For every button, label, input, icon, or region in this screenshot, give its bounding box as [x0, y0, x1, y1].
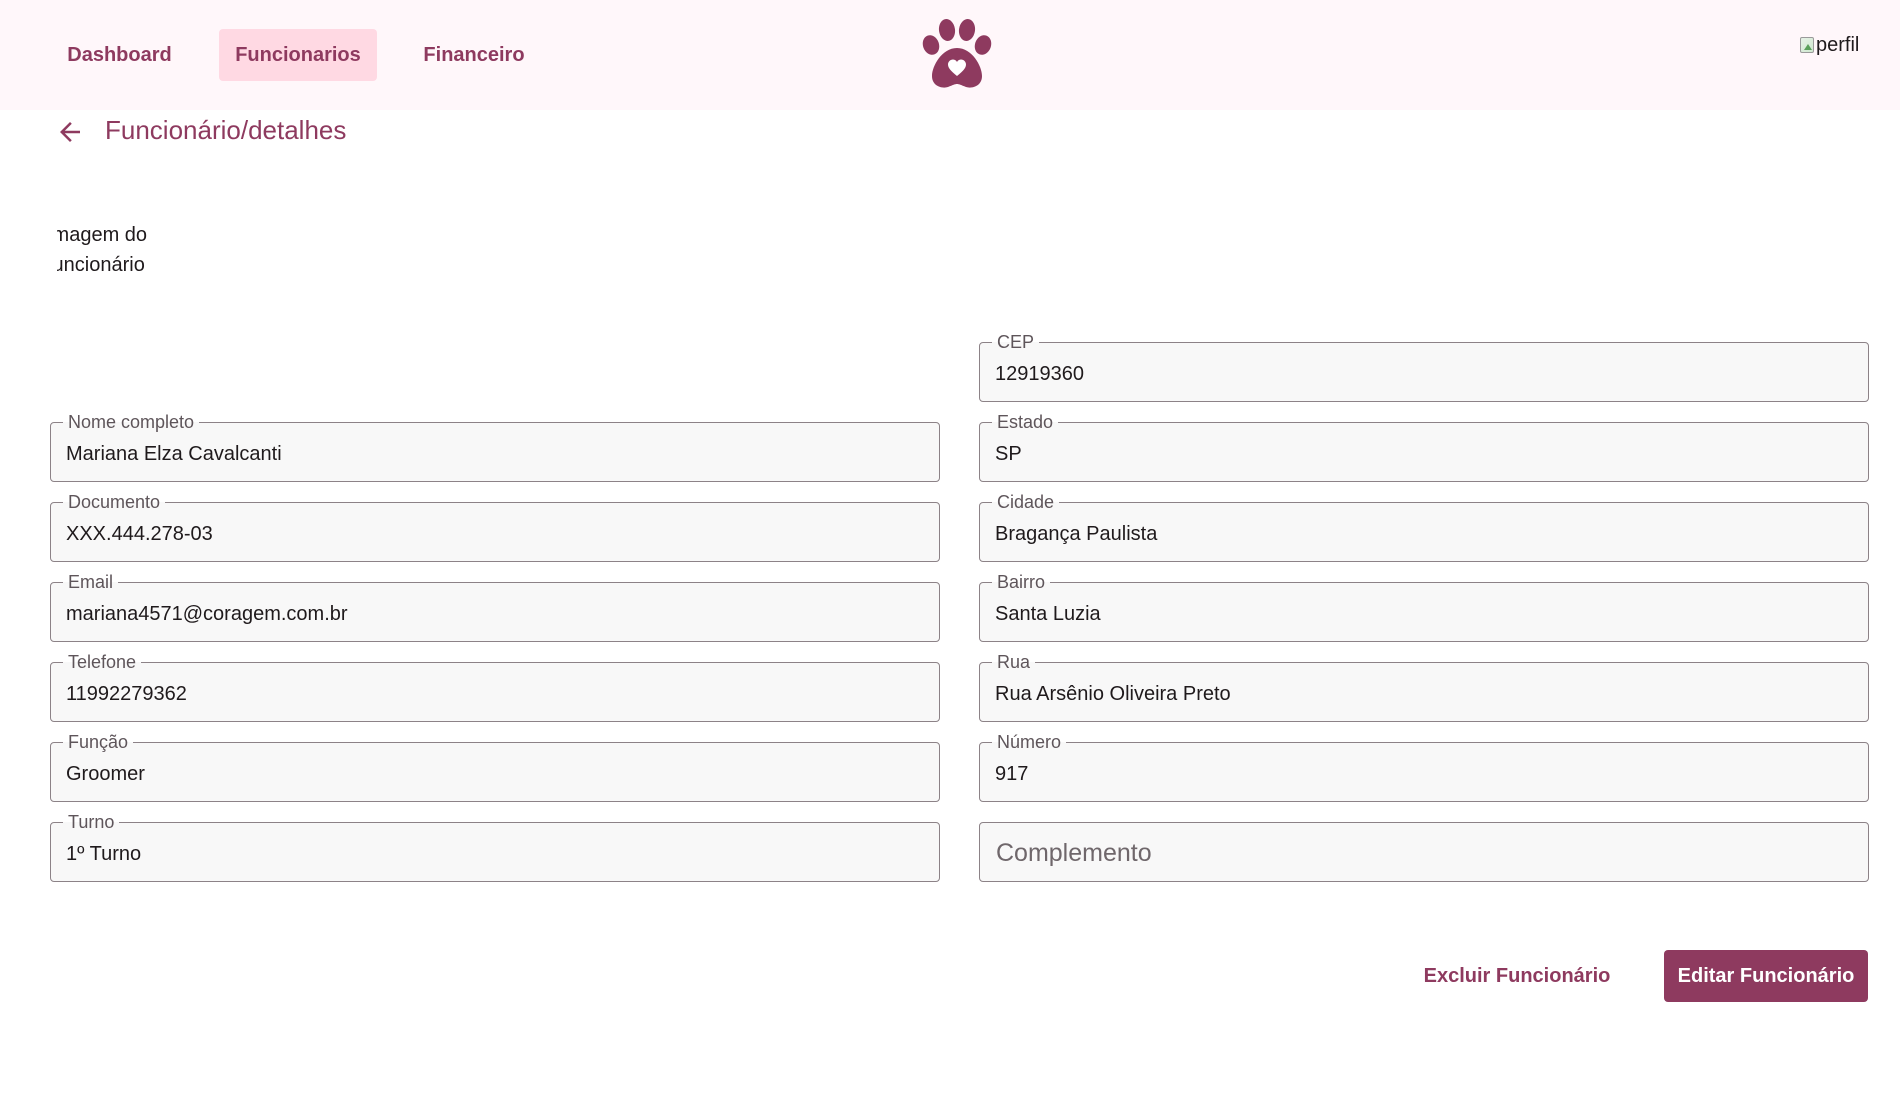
email-label: Email	[63, 572, 119, 592]
number-value: 917	[995, 763, 1029, 785]
phone-value: 11992279362	[66, 683, 187, 705]
document-label: Documento	[63, 492, 166, 512]
complement-field[interactable]: Complemento	[979, 822, 1869, 882]
phone-field[interactable]: Telefone 11992279362	[50, 652, 940, 722]
shift-label: Turno	[63, 812, 120, 832]
nav-funcionarios[interactable]: Funcionarios	[219, 29, 377, 81]
nav-financeiro[interactable]: Financeiro	[410, 29, 538, 81]
number-field[interactable]: Número 917	[979, 732, 1869, 802]
street-label: Rua	[992, 652, 1036, 672]
neighborhood-field[interactable]: Bairro Santa Luzia	[979, 572, 1869, 642]
top-navbar: Dashboard Funcionarios Financeiro perfil	[0, 0, 1900, 110]
cep-value: 12919360	[995, 363, 1084, 385]
profile-alt-text: perfil	[1816, 33, 1860, 56]
full-name-field[interactable]: Nome completo Mariana Elza Cavalcanti	[50, 412, 940, 482]
shift-field[interactable]: Turno 1º Turno	[50, 812, 940, 882]
city-label: Cidade	[992, 492, 1060, 512]
street-field[interactable]: Rua Rua Arsênio Oliveira Preto	[979, 652, 1869, 722]
email-value: mariana4571@coragem.com.br	[66, 603, 348, 625]
city-value: Bragança Paulista	[995, 523, 1158, 545]
neighborhood-label: Bairro	[992, 572, 1051, 592]
page-title: Funcionário/detalhes	[105, 115, 347, 145]
phone-label: Telefone	[63, 652, 142, 672]
cep-label: CEP	[992, 332, 1040, 352]
profile-avatar[interactable]: perfil	[1800, 33, 1865, 57]
shift-value: 1º Turno	[66, 843, 142, 865]
complement-placeholder: Complemento	[996, 839, 1152, 867]
state-label: Estado	[992, 412, 1059, 432]
edit-employee-button[interactable]: Editar Funcionário	[1664, 950, 1868, 1002]
paw-heart-icon[interactable]	[920, 18, 994, 90]
email-field[interactable]: Email mariana4571@coragem.com.br	[50, 572, 940, 642]
back-button[interactable]	[50, 112, 90, 152]
delete-employee-button[interactable]: Excluir Funcionário	[1415, 950, 1619, 1002]
broken-image-icon	[1800, 37, 1814, 53]
role-field[interactable]: Função Groomer	[50, 732, 940, 802]
full-name-value: Mariana Elza Cavalcanti	[66, 443, 282, 465]
cep-field[interactable]: CEP 12919360	[979, 332, 1869, 402]
street-value: Rua Arsênio Oliveira Preto	[995, 683, 1231, 705]
state-value: SP	[995, 443, 1022, 465]
neighborhood-value: Santa Luzia	[995, 603, 1101, 625]
employee-image: Imagem do funcionário	[57, 220, 187, 290]
number-label: Número	[992, 732, 1067, 752]
nav-dashboard[interactable]: Dashboard	[52, 29, 187, 81]
state-field[interactable]: Estado SP	[979, 412, 1869, 482]
full-name-label: Nome completo	[63, 412, 200, 432]
role-value: Groomer	[66, 763, 145, 785]
document-field[interactable]: Documento XXX.444.278-03	[50, 492, 940, 562]
role-label: Função	[63, 732, 134, 752]
arrow-left-icon	[60, 122, 80, 142]
employee-image-alt: Imagem do funcionário	[57, 224, 148, 276]
document-value: XXX.444.278-03	[66, 523, 213, 545]
city-field[interactable]: Cidade Bragança Paulista	[979, 492, 1869, 562]
